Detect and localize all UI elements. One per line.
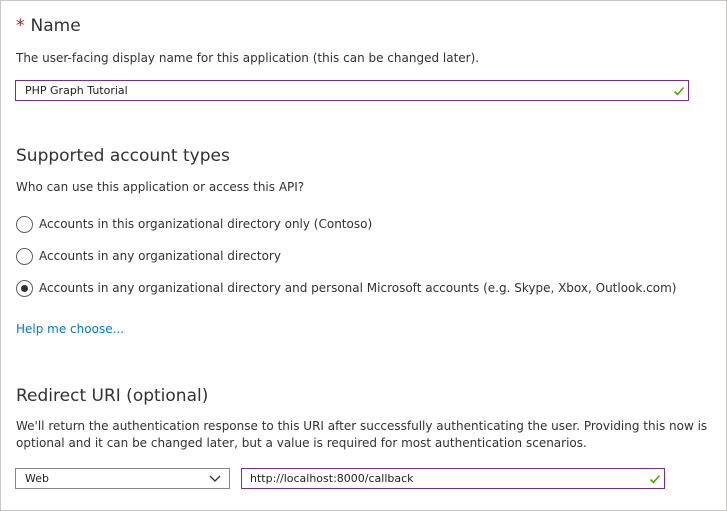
help-me-choose-link[interactable]: Help me choose...	[16, 322, 124, 336]
radio-label[interactable]: Accounts in this organizational director…	[39, 217, 372, 231]
radio-option-single-tenant[interactable]: Accounts in this organizational director…	[16, 214, 372, 234]
radio-label[interactable]: Accounts in any organizational directory	[39, 249, 281, 263]
platform-dropdown-value[interactable]: Web	[25, 472, 49, 485]
radio-button[interactable]	[16, 215, 33, 233]
redirect-uri-input[interactable]: http://localhost:8000/callback	[241, 468, 665, 489]
redirect-uri-title: Redirect URI (optional)	[16, 386, 209, 406]
account-types-title: Supported account types	[16, 146, 230, 166]
platform-dropdown[interactable]: Web	[15, 468, 230, 489]
redirect-description-line1: We'll return the authentication response…	[16, 419, 708, 433]
name-description: The user-facing display name for this ap…	[16, 51, 480, 65]
checkmark-icon	[649, 474, 661, 484]
radio-option-multi-tenant[interactable]: Accounts in any organizational directory	[16, 246, 281, 266]
checkmark-icon	[673, 86, 685, 96]
account-types-question: Who can use this application or access t…	[16, 180, 305, 194]
chevron-down-icon[interactable]	[209, 474, 221, 483]
redirect-description-line2: optional and it can be changed later, bu…	[16, 436, 587, 450]
redirect-uri-value[interactable]: http://localhost:8000/callback	[250, 472, 414, 485]
name-section-title: * Name	[16, 16, 81, 36]
radio-label[interactable]: Accounts in any organizational directory…	[39, 281, 676, 295]
name-input[interactable]: PHP Graph Tutorial	[15, 80, 689, 101]
app-registration-form: * Name The user-facing display name for t…	[0, 0, 727, 511]
radio-button-selected[interactable]	[16, 279, 33, 297]
name-heading: Name	[30, 16, 81, 36]
required-marker: *	[16, 16, 25, 36]
radio-option-multi-tenant-personal[interactable]: Accounts in any organizational directory…	[16, 278, 676, 298]
radio-button[interactable]	[16, 247, 33, 265]
name-input-value[interactable]: PHP Graph Tutorial	[25, 84, 128, 97]
